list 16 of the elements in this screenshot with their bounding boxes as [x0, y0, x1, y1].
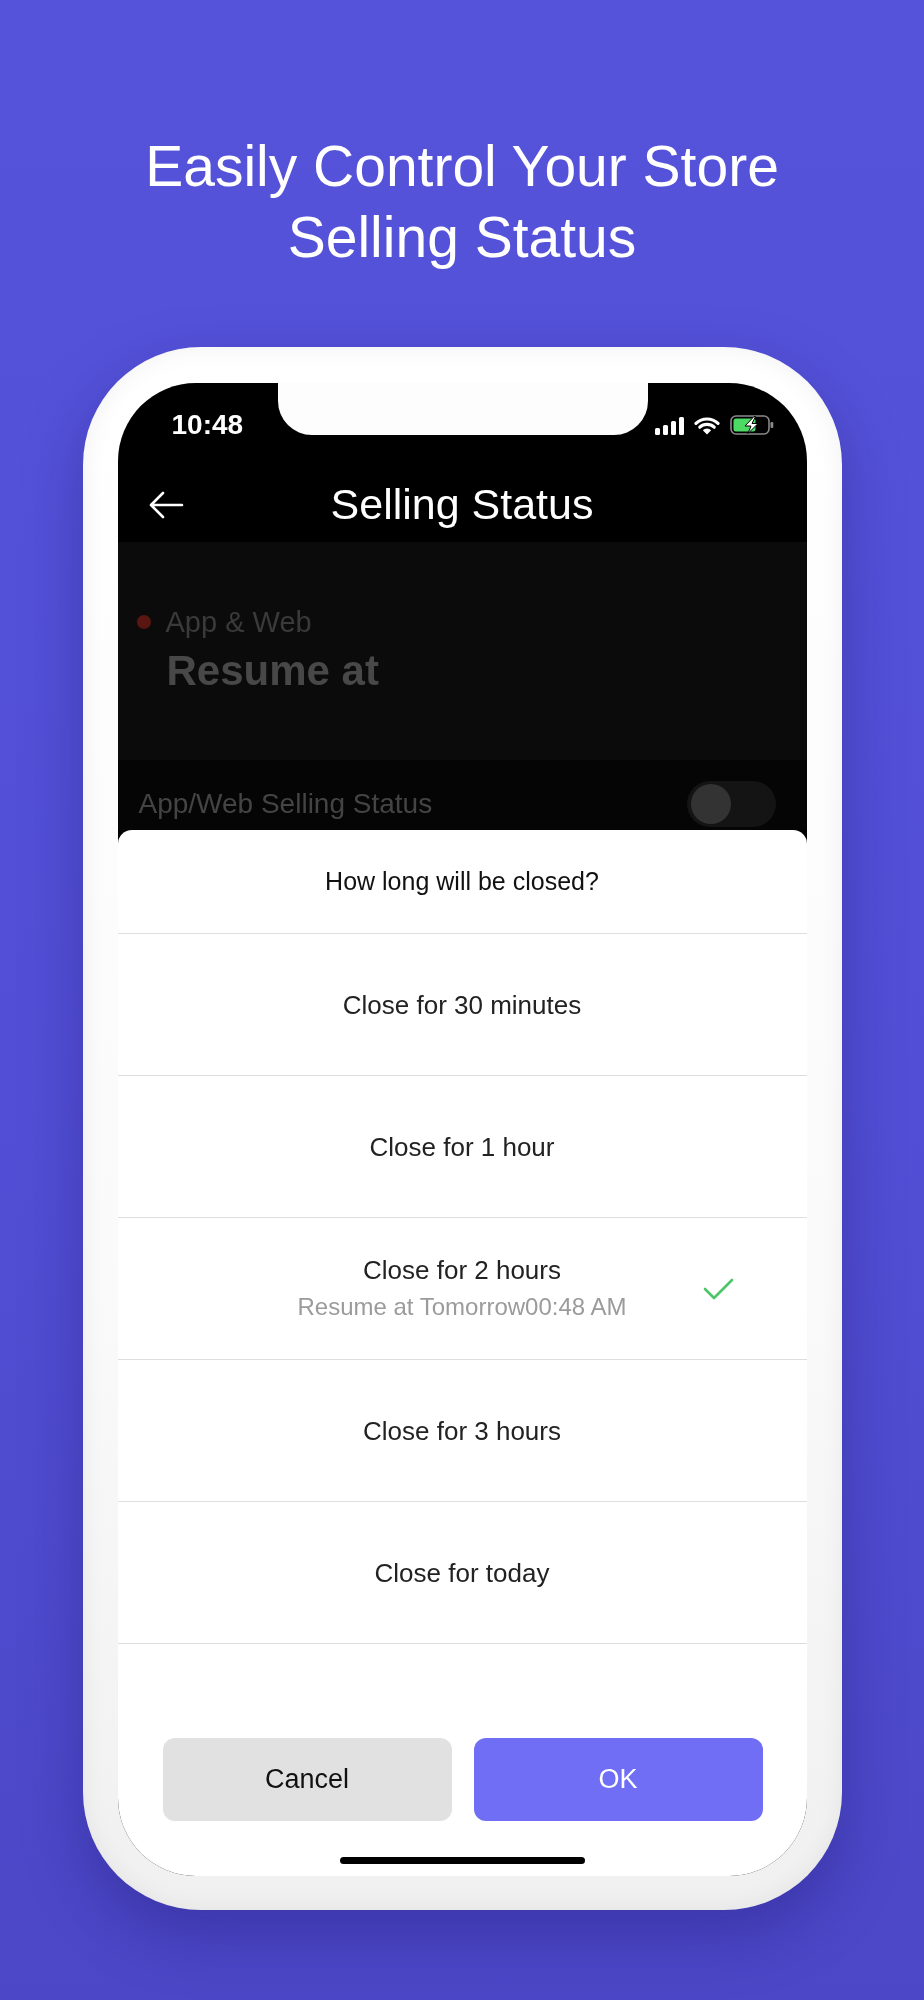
signal-icon	[654, 415, 684, 435]
back-arrow-icon	[147, 489, 184, 520]
status-time: 10:48	[171, 409, 244, 441]
cancel-button[interactable]: Cancel	[162, 1738, 452, 1821]
resume-time-text: Resume at Tomorrow00:48 AM	[297, 1292, 627, 1322]
sheet-title: How long will be closed?	[325, 867, 599, 896]
resume-heading: Resume at	[166, 646, 379, 696]
back-button[interactable]	[147, 489, 184, 520]
toggle-switch[interactable]	[686, 781, 776, 827]
setting-label: App/Web Selling Status	[138, 787, 433, 821]
ok-button[interactable]: OK	[473, 1738, 763, 1821]
headline: Easily Control Your Store Selling Status	[144, 133, 780, 271]
wifi-icon	[693, 415, 720, 435]
status-dot-icon	[136, 615, 151, 629]
screen-title: Selling Status	[330, 480, 594, 529]
battery-charging-icon	[729, 415, 774, 435]
